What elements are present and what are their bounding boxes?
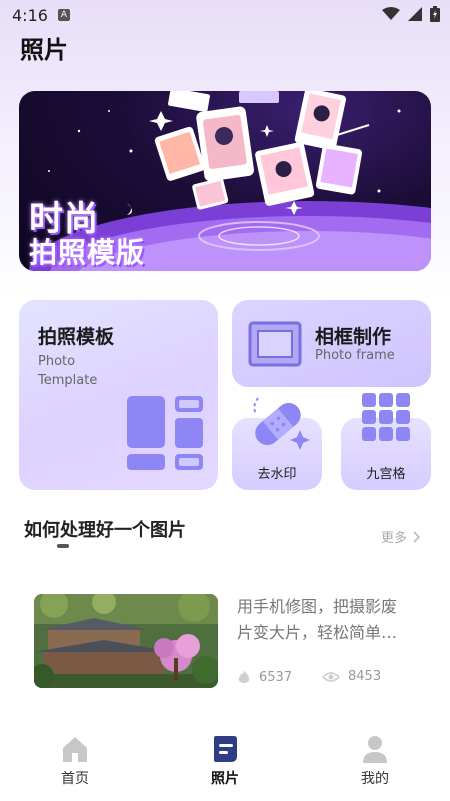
profile-icon <box>363 736 387 763</box>
nav-item-home[interactable]: 首页 <box>30 726 120 796</box>
status-notification-badge: A <box>58 9 70 21</box>
nine-grid-label: 九宫格 <box>366 467 406 482</box>
more-label: 更多 <box>381 531 408 546</box>
document-icon <box>214 736 237 762</box>
article-title-line1: 用手机修图，把摄影废 <box>237 597 398 616</box>
more-link[interactable]: 更多 <box>381 527 421 546</box>
bottom-navigation: 首页 照片 我的 <box>0 726 450 801</box>
signal-icon <box>408 7 422 21</box>
nine-grid-card[interactable]: 九宫格 <box>341 393 431 490</box>
remove-watermark-label: 去水印 <box>257 467 297 482</box>
like-count: 6537 <box>237 669 292 685</box>
grid-icon <box>362 393 410 441</box>
page-title: 照片 <box>20 36 68 64</box>
bandage-eraser-icon <box>253 397 310 450</box>
promo-banner[interactable]: 时尚 拍照模版 <box>19 91 431 271</box>
battery-icon <box>430 6 440 22</box>
photo-frame-title: 相框制作 <box>315 326 392 348</box>
view-count-value: 8453 <box>348 669 382 684</box>
like-count-value: 6537 <box>259 669 293 685</box>
frame-icon <box>248 321 302 367</box>
eye-icon <box>322 671 340 682</box>
layout-template-icon <box>127 396 203 470</box>
nav-label-home: 首页 <box>61 771 89 787</box>
home-icon <box>63 737 87 762</box>
photo-template-subtitle-line1: Photo <box>38 354 76 369</box>
photo-frame-subtitle: Photo frame <box>315 348 395 363</box>
remove-watermark-card[interactable]: 去水印 <box>232 397 322 490</box>
flame-icon <box>238 670 250 683</box>
nav-label-mine: 我的 <box>361 771 389 787</box>
view-count: 8453 <box>322 669 381 684</box>
nav-label-photos: 照片 <box>211 771 239 787</box>
nav-item-mine[interactable]: 我的 <box>330 726 420 796</box>
nav-item-photos[interactable]: 照片 <box>180 726 270 796</box>
photo-template-subtitle-line2: Template <box>38 373 98 388</box>
banner-subheadline: 拍照模版 <box>29 236 146 269</box>
photo-template-title: 拍照模板 <box>38 326 115 348</box>
article-thumbnail[interactable] <box>34 594 218 688</box>
status-time: 4:16 <box>12 6 48 25</box>
article-title-line2: 片变大片，轻松简单… <box>237 623 398 642</box>
temple-photo-image <box>34 594 218 688</box>
chevron-right-icon <box>413 530 421 543</box>
section-title: 如何处理好一个图片 <box>24 520 186 541</box>
article-title[interactable]: 用手机修图，把摄影废 片变大片，轻松简单… <box>237 594 427 646</box>
section-indicator <box>57 544 69 548</box>
status-bar: 4:16 A <box>0 0 450 30</box>
photo-frame-card[interactable]: 相框制作 Photo frame <box>232 300 431 387</box>
photo-template-card[interactable]: 拍照模板 Photo Template <box>19 300 218 490</box>
status-icons <box>382 6 440 22</box>
wifi-icon <box>382 7 400 20</box>
